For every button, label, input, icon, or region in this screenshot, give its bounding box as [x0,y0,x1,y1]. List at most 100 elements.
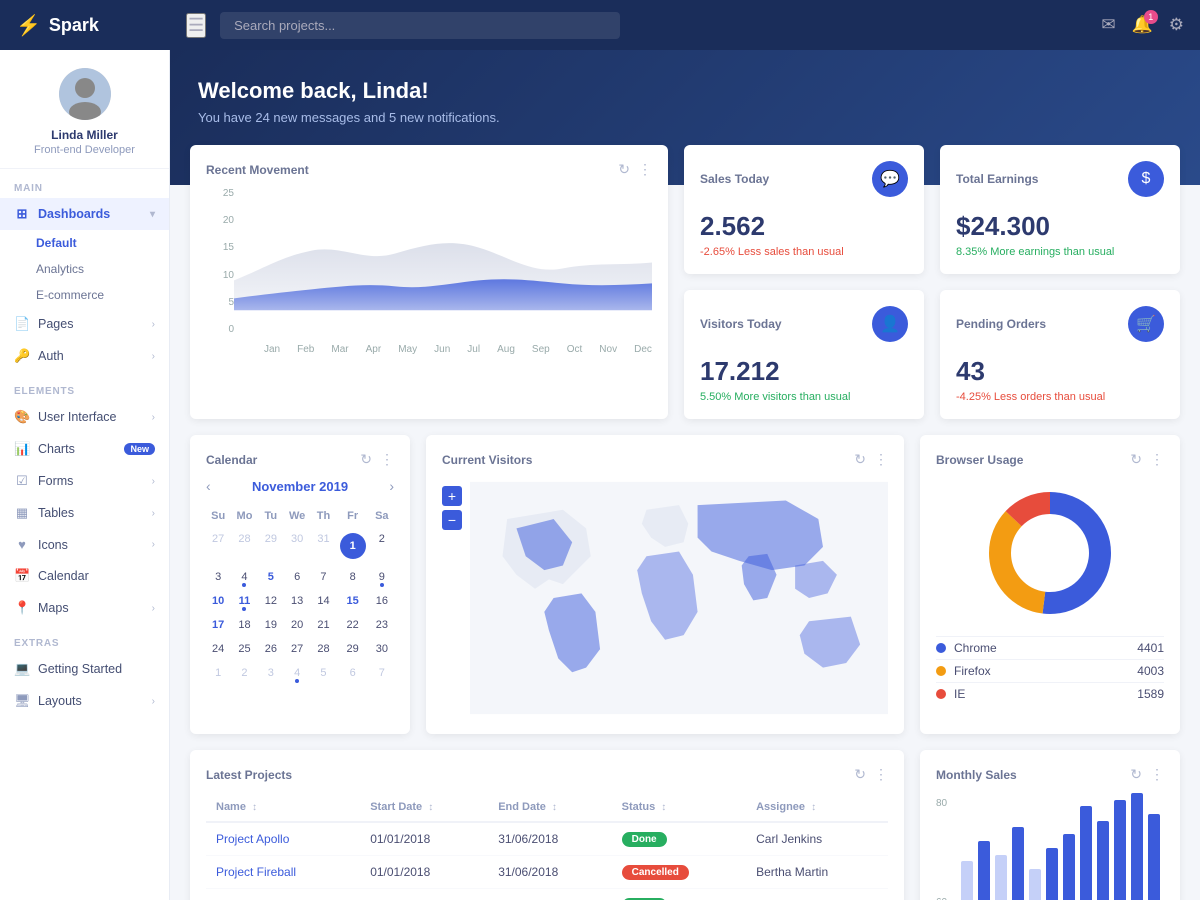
sidebar-item-charts[interactable]: 📊 Charts New [0,433,169,465]
browser-more-icon[interactable]: ⋮ [1150,451,1164,468]
sidebar-subitem-default[interactable]: Default [0,230,169,256]
sidebar-item-getting-started[interactable]: 💻 Getting Started [0,653,169,685]
pending-orders-card: Pending Orders 🛒 43 -4.25% Less orders t… [940,290,1180,419]
cal-cell[interactable]: 22 [338,614,368,636]
cal-cell[interactable]: 17 [206,614,230,636]
cal-next-button[interactable]: › [389,478,394,494]
sidebar-item-dashboards[interactable]: ⊞ Dashboards ▾ [0,198,169,230]
cal-cell[interactable]: 3 [259,662,283,684]
cal-cell-today[interactable]: 1 [338,528,368,564]
cal-cell[interactable]: 30 [285,528,309,564]
refresh-icon[interactable]: ↻ [618,161,630,178]
search-input[interactable] [220,12,620,39]
sidebar-item-forms[interactable]: ☑ Forms › [0,465,169,497]
cal-cell[interactable]: 6 [338,662,368,684]
calendar-refresh-icon[interactable]: ↻ [360,451,372,468]
cal-cell[interactable]: 15 [338,590,368,612]
cal-cell[interactable]: 2 [232,662,256,684]
cal-cell[interactable]: 20 [285,614,309,636]
notifications-icon[interactable]: 🔔1 [1132,15,1153,35]
cal-cell[interactable]: 30 [370,638,394,660]
cal-cell[interactable]: 31 [311,528,335,564]
sales-refresh-icon[interactable]: ↻ [1130,766,1142,783]
sidebar-item-calendar[interactable]: 📅 Calendar [0,560,169,592]
cal-cell[interactable]: 9 [370,566,394,588]
ui-icon: 🎨 [14,409,30,425]
total-earnings-value: $24.300 [956,211,1164,242]
cal-cell[interactable]: 1 [206,662,230,684]
cal-cell[interactable]: 25 [232,638,256,660]
cal-cell[interactable]: 5 [311,662,335,684]
sidebar-item-pages[interactable]: 📄 Pages › [0,308,169,340]
cal-cell[interactable]: 21 [311,614,335,636]
cal-cell[interactable]: 28 [232,528,256,564]
map-zoom-in[interactable]: + [442,486,462,506]
logo-icon: ⚡ [16,13,41,38]
sidebar-item-auth[interactable]: 🔑 Auth › [0,340,169,372]
ie-value: 1589 [1137,687,1164,701]
sidebar-item-maps[interactable]: 📍 Maps › [0,592,169,624]
cal-cell[interactable]: 11 [232,590,256,612]
projects-refresh-icon[interactable]: ↻ [854,766,866,783]
sidebar-item-user-interface[interactable]: 🎨 User Interface › [0,401,169,433]
table-row: Project Hades 01/01/2018 31/06/2018 Done… [206,889,888,900]
sales-icon-circle: 💬 [872,161,908,197]
cal-cell[interactable]: 29 [338,638,368,660]
topnav: ⚡ Spark ☰ ✉ 🔔1 ⚙ [0,0,1200,50]
cal-cell[interactable]: 24 [206,638,230,660]
cal-cell[interactable]: 4 [285,662,309,684]
cal-cell[interactable]: 7 [370,662,394,684]
pages-label: Pages [38,317,73,331]
sidebar-item-layouts[interactable]: 🖥 Layouts › [0,685,169,717]
projects-more-icon[interactable]: ⋮ [874,766,888,783]
mail-icon[interactable]: ✉ [1101,15,1115,35]
map-refresh-icon[interactable]: ↻ [854,451,866,468]
browser-refresh-icon[interactable]: ↻ [1130,451,1142,468]
project-name-link[interactable]: Project Apollo [216,832,289,846]
sidebar-subitem-ecommerce[interactable]: E-commerce [0,282,169,308]
sales-more-icon[interactable]: ⋮ [1150,766,1164,783]
more-icon[interactable]: ⋮ [638,161,652,178]
cal-cell[interactable]: 27 [206,528,230,564]
cal-cell[interactable]: 13 [285,590,309,612]
tables-icon: ▦ [14,505,30,521]
cal-cell[interactable]: 10 [206,590,230,612]
cal-cell[interactable]: 6 [285,566,309,588]
project-name-link[interactable]: Project Fireball [216,865,296,879]
calendar-more-icon[interactable]: ⋮ [380,451,394,468]
donut-chart [936,478,1164,628]
getting-started-icon: 💻 [14,661,30,677]
cal-cell[interactable]: 23 [370,614,394,636]
settings-icon[interactable]: ⚙ [1169,15,1184,35]
cal-prev-button[interactable]: ‹ [206,478,211,494]
map-svg [470,478,888,718]
layouts-label: Layouts [38,694,82,708]
sidebar-item-tables[interactable]: ▦ Tables › [0,497,169,529]
cal-cell[interactable]: 28 [311,638,335,660]
cal-cell[interactable]: 26 [259,638,283,660]
map-zoom-out[interactable]: − [442,510,462,530]
cal-cell[interactable]: 7 [311,566,335,588]
cal-cell[interactable]: 19 [259,614,283,636]
cal-cell[interactable]: 27 [285,638,309,660]
cal-cell[interactable]: 29 [259,528,283,564]
cal-cell[interactable]: 8 [338,566,368,588]
hamburger-button[interactable]: ☰ [186,13,206,38]
cal-cell[interactable]: 3 [206,566,230,588]
cal-cell[interactable]: 16 [370,590,394,612]
col-name: Name ↕ [206,793,360,822]
sidebar-item-icons[interactable]: ♥ Icons › [0,529,169,560]
cal-cell[interactable]: 2 [370,528,394,564]
cal-cell[interactable]: 14 [311,590,335,612]
calendar-nav: ‹ November 2019 › [206,478,394,494]
cal-cell[interactable]: 5 [259,566,283,588]
cal-cell[interactable]: 4 [232,566,256,588]
map-more-icon[interactable]: ⋮ [874,451,888,468]
cal-cell[interactable]: 18 [232,614,256,636]
sidebar-subitem-analytics[interactable]: Analytics [0,256,169,282]
pages-icon: 📄 [14,316,30,332]
dashboards-icon: ⊞ [14,206,30,222]
cal-cell[interactable]: 12 [259,590,283,612]
pending-orders-value: 43 [956,356,1164,387]
tables-label: Tables [38,506,74,520]
